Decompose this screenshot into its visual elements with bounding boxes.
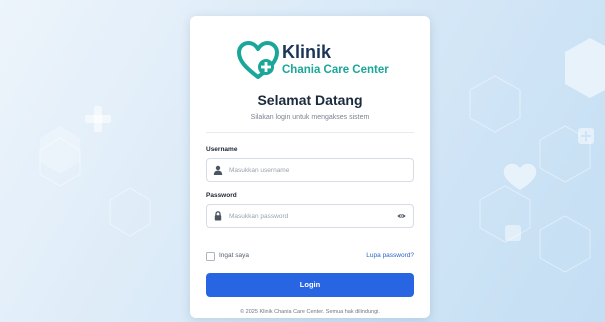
page-subtitle: Silakan login untuk mengakses sistem: [250, 114, 370, 121]
heart-plus-icon: [237, 41, 279, 79]
user-icon: [213, 165, 223, 175]
login-card: Klinik Chania Care Center Selamat Datang…: [190, 16, 430, 318]
forgot-password-link[interactable]: Lupa password?: [366, 252, 414, 259]
remember-checkbox[interactable]: [206, 252, 215, 261]
divider: [206, 132, 414, 133]
eye-icon[interactable]: [397, 212, 406, 220]
password-input[interactable]: [229, 205, 389, 227]
password-label: Password: [206, 192, 237, 199]
lock-icon: [214, 211, 222, 221]
remember-label: Ingat saya: [219, 252, 249, 259]
login-button[interactable]: Login: [206, 273, 414, 297]
password-field-box[interactable]: [206, 204, 414, 228]
brand-name: Klinik: [282, 42, 332, 62]
clinic-logo: Klinik Chania Care Center: [236, 40, 389, 82]
username-input[interactable]: [229, 159, 389, 181]
username-field-box[interactable]: [206, 158, 414, 182]
page-title: Selamat Datang: [257, 92, 363, 108]
username-label: Username: [206, 146, 238, 153]
brand-subtitle: Chania Care Center: [282, 64, 389, 76]
footer-copyright: © 2025 Klinik Chania Care Center. Semua …: [240, 309, 380, 315]
